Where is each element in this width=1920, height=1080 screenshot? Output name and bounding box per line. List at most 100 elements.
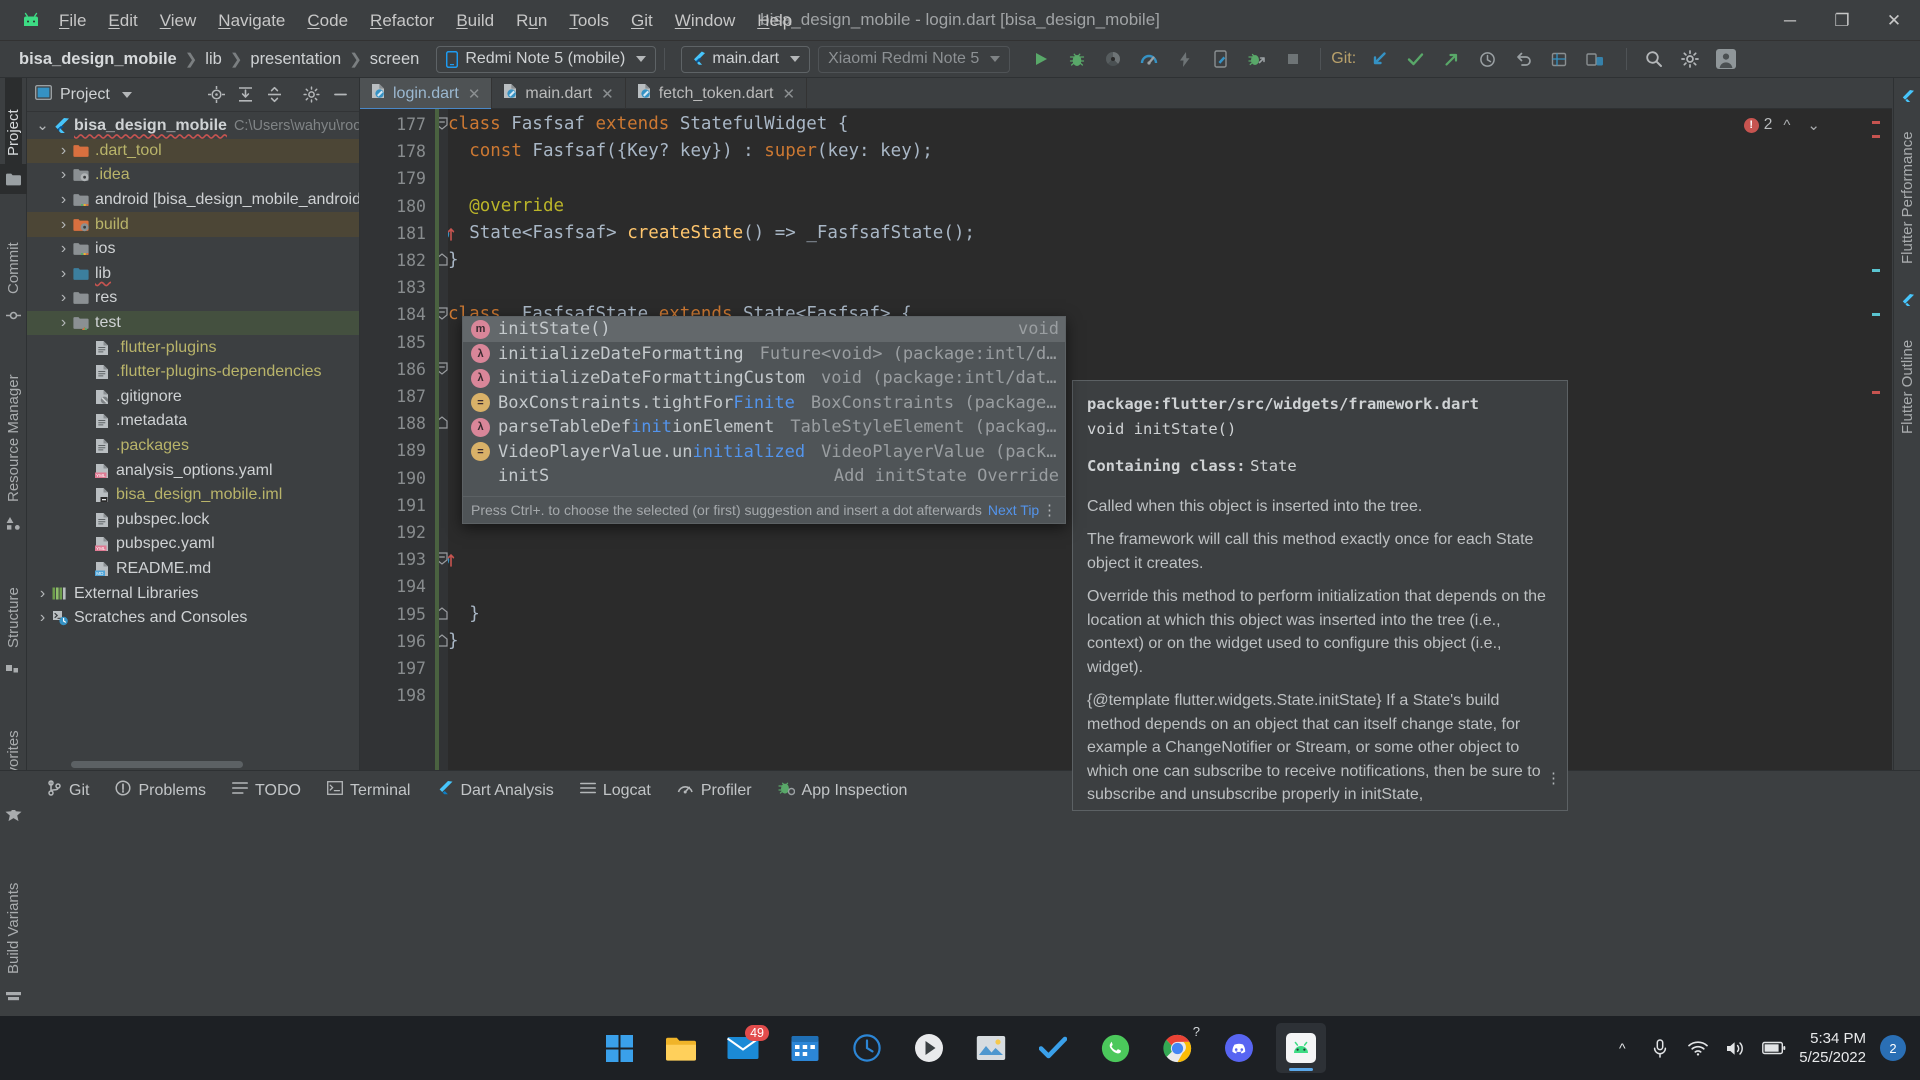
taskbar-clock[interactable]: 5:34 PM 5/25/2022 [1793, 1029, 1880, 1067]
status-tab-terminal[interactable]: Terminal [316, 776, 421, 805]
menu-git[interactable]: Git [620, 0, 664, 41]
project-tree[interactable]: ⌄ bisa_design_mobile C:\Users\wahyu\rootPr… [27, 112, 359, 770]
more-options-icon[interactable]: ⋮ [1042, 501, 1057, 519]
chevron-right-icon[interactable]: › [56, 240, 71, 258]
tree-item[interactable]: .gitignore [27, 385, 359, 410]
tree-item[interactable]: › build [27, 212, 359, 237]
sidebar-item-project[interactable]: Project [4, 78, 22, 164]
tab-main-dart[interactable]: main.dart ✕ [492, 78, 626, 109]
search-icon[interactable] [1637, 44, 1671, 74]
breadcrumb-item-bisa-design-mobile[interactable]: bisa_design_mobile [16, 50, 180, 69]
sidebar-item-build-variants[interactable]: Build Variants [5, 856, 22, 982]
settings-icon[interactable] [298, 83, 324, 107]
chevron-right-icon[interactable]: › [56, 289, 71, 307]
editor-minimap-markers[interactable] [1872, 109, 1880, 770]
file-explorer-icon[interactable] [656, 1023, 706, 1073]
git-update-icon[interactable] [1362, 44, 1396, 74]
completion-item[interactable]: λ parseTableDefinitionElement TableStyleEl… [463, 415, 1065, 440]
clock-icon[interactable] [842, 1023, 892, 1073]
status-tab-problems[interactable]: Problems [104, 775, 217, 806]
tree-item[interactable]: pubspec.lock [27, 508, 359, 533]
git-push-icon[interactable] [1434, 44, 1468, 74]
status-tab-profiler[interactable]: Profiler [666, 776, 763, 806]
attach-debugger-icon[interactable] [1240, 44, 1274, 74]
todo-app-icon[interactable] [1028, 1023, 1078, 1073]
next-problem-icon[interactable]: ⌄ [1801, 116, 1826, 134]
status-tab-git[interactable]: Git [36, 775, 100, 806]
show-hidden-icons[interactable]: ^ [1603, 1016, 1641, 1080]
tree-item[interactable]: › External Libraries [27, 581, 359, 606]
chevron-right-icon[interactable]: › [56, 314, 71, 332]
locate-icon[interactable] [203, 83, 229, 107]
breadcrumb-item-lib[interactable]: lib [202, 50, 225, 69]
close-icon[interactable]: ✕ [601, 85, 614, 103]
tree-item[interactable]: ⌄ bisa_design_mobile C:\Users\wahyu\rootPr [27, 114, 359, 139]
tree-item[interactable]: › Scratches and Consoles [27, 606, 359, 631]
device-manager-icon[interactable] [1578, 44, 1612, 74]
status-tab-logcat[interactable]: Logcat [569, 776, 662, 805]
device-target-selector[interactable]: Xiaomi Redmi Note 5 [818, 45, 1011, 73]
tab-fetch_token-dart[interactable]: fetch_token.dart ✕ [626, 78, 808, 109]
sidebar-item-commit[interactable]: Commit [5, 204, 22, 302]
status-tab-dart-analysis[interactable]: Dart Analysis [425, 775, 564, 806]
android-studio-icon[interactable] [1276, 1023, 1326, 1073]
device-file-explorer-icon[interactable] [1204, 44, 1238, 74]
chrome-icon[interactable]: ? [1152, 1023, 1202, 1073]
horizontal-scrollbar[interactable] [71, 761, 243, 768]
tree-item[interactable]: .packages [27, 434, 359, 459]
media-player-icon[interactable] [904, 1023, 954, 1073]
completion-item[interactable]: λ initializeDateFormatting Future<void> (p… [463, 342, 1065, 367]
close-icon[interactable]: ✕ [468, 85, 481, 103]
settings-icon[interactable] [1673, 44, 1707, 74]
tree-item[interactable]: YML pubspec.yaml [27, 532, 359, 557]
menu-code[interactable]: Code [296, 0, 359, 41]
sidebar-item-flutter-outline[interactable]: Flutter Outline [1899, 316, 1916, 442]
microphone-icon[interactable] [1641, 1016, 1679, 1080]
tree-item[interactable]: MD README.md [27, 557, 359, 582]
whatsapp-icon[interactable] [1090, 1023, 1140, 1073]
menu-build[interactable]: Build [445, 0, 505, 41]
sidebar-item-flutter-performance[interactable]: Flutter Performance [1899, 112, 1916, 272]
tree-item[interactable]: › android [bisa_design_mobile_android] [27, 188, 359, 213]
chevron-right-icon[interactable]: › [56, 216, 71, 234]
close-icon[interactable]: ✕ [782, 85, 795, 103]
hide-icon[interactable] [327, 83, 353, 107]
tree-item[interactable]: › ios [27, 237, 359, 262]
calendar-icon[interactable] [780, 1023, 830, 1073]
minimize-button[interactable]: ─ [1764, 0, 1816, 41]
previous-problem-icon[interactable]: ^ [1777, 117, 1796, 134]
documentation-popup[interactable]: package:flutter/src/widgets/framework.da… [1072, 380, 1568, 811]
profile-icon[interactable] [1096, 44, 1130, 74]
close-button[interactable]: ✕ [1868, 0, 1920, 41]
chevron-right-icon[interactable]: › [56, 166, 71, 184]
tree-item[interactable]: › .dart_tool [27, 138, 359, 164]
chevron-down-icon[interactable] [121, 91, 132, 98]
discord-icon[interactable] [1214, 1023, 1264, 1073]
menu-run[interactable]: Run [505, 0, 558, 41]
mail-icon[interactable]: 49 [718, 1023, 769, 1073]
battery-icon[interactable] [1755, 1016, 1793, 1080]
status-tab-app-inspection[interactable]: App Inspection [767, 775, 919, 806]
menu-refactor[interactable]: Refactor [359, 0, 445, 41]
chevron-down-icon[interactable]: ⌄ [35, 118, 50, 133]
chevron-right-icon[interactable]: › [56, 142, 71, 160]
tree-item[interactable]: .flutter-plugins-dependencies [27, 360, 359, 385]
git-commit-icon[interactable] [1398, 44, 1432, 74]
completion-item[interactable]: λ initializeDateFormattingCustom void (pac… [463, 366, 1065, 391]
collapse-all-icon[interactable] [261, 83, 287, 107]
tree-item[interactable]: YML analysis_options.yaml [27, 458, 359, 483]
completion-item[interactable]: m initState() void [463, 317, 1065, 342]
wifi-icon[interactable] [1679, 1016, 1717, 1080]
tree-item[interactable]: › test [27, 310, 359, 336]
sidebar-item-structure[interactable]: Structure [5, 564, 22, 656]
windows-start-icon[interactable] [594, 1023, 644, 1073]
flash-icon[interactable] [1168, 44, 1202, 74]
menu-navigate[interactable]: Navigate [207, 0, 296, 41]
debug-icon[interactable] [1060, 44, 1094, 74]
menu-edit[interactable]: Edit [97, 0, 148, 41]
run-configuration-selector[interactable]: main.dart [681, 45, 811, 73]
tree-item[interactable]: › lib [27, 262, 359, 287]
layout-inspector-icon[interactable] [1542, 44, 1576, 74]
menu-tools[interactable]: Tools [558, 0, 620, 41]
status-tab-todo[interactable]: TODO [221, 776, 312, 805]
